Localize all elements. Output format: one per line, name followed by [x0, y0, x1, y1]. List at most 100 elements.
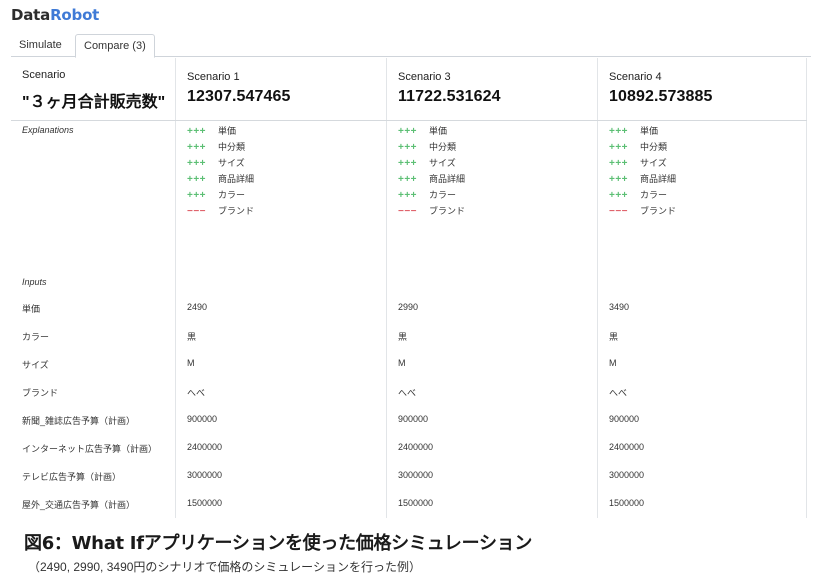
- explanation-item: +++ カラー: [609, 187, 676, 203]
- explanation-feature: カラー: [218, 190, 246, 200]
- explanation-list: +++ 単価 +++ 中分類 +++ サイズ +++ 商品詳細 +++ カラー −−− ブランド: [398, 123, 465, 219]
- positive-impact-indicator: +++: [398, 174, 418, 185]
- input-label-unit-price: 単価: [22, 304, 41, 314]
- datarobot-logo: DataRobot: [11, 6, 99, 24]
- explanation-feature: カラー: [640, 190, 668, 200]
- input-value: 2400000: [187, 442, 223, 452]
- input-value: 1500000: [187, 498, 223, 508]
- explanation-item: +++ サイズ: [187, 155, 254, 171]
- input-value: 2490: [187, 302, 208, 312]
- explanation-feature: サイズ: [218, 158, 245, 168]
- explanation-feature: ブランド: [218, 206, 255, 216]
- explanation-feature: 商品詳細: [218, 174, 255, 184]
- positive-impact-indicator: +++: [398, 158, 418, 169]
- explanation-item: +++ サイズ: [398, 155, 465, 171]
- input-value: 900000: [398, 414, 429, 424]
- explanation-item: +++ カラー: [187, 187, 254, 203]
- explanations-label: Explanations: [22, 125, 74, 135]
- explanation-feature: 中分類: [640, 142, 668, 152]
- tab-simulate[interactable]: Simulate: [11, 34, 70, 57]
- tab-compare[interactable]: Compare (3): [75, 34, 155, 58]
- positive-impact-indicator: +++: [187, 174, 207, 185]
- explanation-feature: 商品詳細: [640, 174, 677, 184]
- logo-text-data: Data: [11, 6, 51, 24]
- positive-impact-indicator: +++: [187, 142, 207, 153]
- explanation-item: +++ 中分類: [398, 139, 465, 155]
- positive-impact-indicator: +++: [609, 142, 629, 153]
- input-value: 黒: [398, 332, 408, 342]
- explanation-feature: 単価: [640, 126, 659, 136]
- scenario-prediction: 11722.531624: [398, 88, 501, 105]
- positive-impact-indicator: +++: [398, 126, 418, 137]
- scenario-header-label: Scenario: [22, 69, 66, 81]
- explanation-item: +++ 商品詳細: [187, 171, 254, 187]
- explanation-list: +++ 単価 +++ 中分類 +++ サイズ +++ 商品詳細 +++ カラー −−− ブランド: [187, 123, 254, 219]
- input-value: M: [609, 358, 617, 368]
- input-label-newspaper-budget: 新聞_雑誌広告予算（計画）: [22, 416, 136, 426]
- explanation-feature: 中分類: [218, 142, 246, 152]
- explanation-feature: サイズ: [640, 158, 667, 168]
- explanation-feature: 商品詳細: [429, 174, 466, 184]
- scenario-column-4: Scenario 4 10892.573885 +++ 単価 +++ 中分類 +++ サイ…: [597, 58, 808, 518]
- input-value: M: [187, 358, 195, 368]
- input-value: 3490: [609, 302, 630, 312]
- explanation-item: +++ 商品詳細: [609, 171, 676, 187]
- input-value: M: [398, 358, 406, 368]
- input-label-brand: ブランド: [22, 388, 59, 398]
- target-name: "３ヶ月合計販売数": [22, 94, 166, 111]
- scenario-prediction: 12307.547465: [187, 88, 291, 105]
- scenario-prediction: 10892.573885: [609, 88, 713, 105]
- explanation-item: +++ 単価: [398, 123, 465, 139]
- scenario-name: Scenario 1: [187, 71, 240, 83]
- input-label-color: カラー: [22, 332, 50, 342]
- input-value: 黒: [609, 332, 619, 342]
- input-value: 3000000: [609, 470, 645, 480]
- input-value: 1500000: [609, 498, 645, 508]
- input-value: 3000000: [187, 470, 223, 480]
- explanation-list: +++ 単価 +++ 中分類 +++ サイズ +++ 商品詳細 +++ カラー −−− ブランド: [609, 123, 676, 219]
- scenario-name: Scenario 4: [609, 71, 662, 83]
- explanation-item: +++ 中分類: [609, 139, 676, 155]
- explanation-item: −−− ブランド: [398, 203, 465, 219]
- negative-impact-indicator: −−−: [187, 206, 207, 217]
- label-column: Scenario "３ヶ月合計販売数" Explanations Inputs …: [11, 58, 175, 518]
- negative-impact-indicator: −−−: [398, 206, 418, 217]
- input-value: 900000: [187, 414, 218, 424]
- explanation-feature: カラー: [429, 190, 457, 200]
- positive-impact-indicator: +++: [187, 158, 207, 169]
- positive-impact-indicator: +++: [609, 158, 629, 169]
- compare-table: Scenario "３ヶ月合計販売数" Explanations Inputs …: [11, 58, 807, 518]
- scenario-name: Scenario 3: [398, 71, 451, 83]
- input-value: へべ: [609, 388, 628, 398]
- scenario-column-3: Scenario 3 11722.531624 +++ 単価 +++ 中分類 +++ サイ…: [386, 58, 597, 518]
- explanation-item: +++ サイズ: [609, 155, 676, 171]
- input-value: へべ: [398, 388, 417, 398]
- input-value: 2990: [398, 302, 419, 312]
- input-label-size: サイズ: [22, 360, 49, 370]
- explanation-feature: 中分類: [429, 142, 457, 152]
- header-divider: [11, 120, 807, 121]
- tab-bar: Simulate Compare (3): [11, 34, 811, 58]
- explanation-item: +++ 商品詳細: [398, 171, 465, 187]
- input-value: 1500000: [398, 498, 434, 508]
- explanation-item: +++ 単価: [609, 123, 676, 139]
- input-label-internet-budget: インターネット広告予算（計画）: [22, 444, 158, 454]
- positive-impact-indicator: +++: [609, 126, 629, 137]
- explanation-feature: サイズ: [429, 158, 456, 168]
- input-label-tv-budget: テレビ広告予算（計画）: [22, 472, 122, 482]
- input-label-outdoor-budget: 屋外_交通広告予算（計画）: [22, 500, 136, 510]
- explanation-feature: ブランド: [429, 206, 466, 216]
- explanation-item: +++ 単価: [187, 123, 254, 139]
- explanation-feature: 単価: [429, 126, 448, 136]
- explanation-item: −−− ブランド: [187, 203, 254, 219]
- input-value: 2400000: [398, 442, 434, 452]
- input-value: 900000: [609, 414, 640, 424]
- figure-caption: 図6：What Ifアプリケーションを使った価格シミュレーション: [24, 533, 533, 554]
- positive-impact-indicator: +++: [398, 190, 418, 201]
- positive-impact-indicator: +++: [398, 142, 418, 153]
- logo-text-robot: Robot: [50, 6, 100, 24]
- inputs-label: Inputs: [22, 277, 47, 287]
- scenario-column-1: Scenario 1 12307.547465 +++ 単価 +++ 中分類 +++ サイ…: [175, 58, 386, 518]
- explanation-item: −−− ブランド: [609, 203, 676, 219]
- positive-impact-indicator: +++: [609, 190, 629, 201]
